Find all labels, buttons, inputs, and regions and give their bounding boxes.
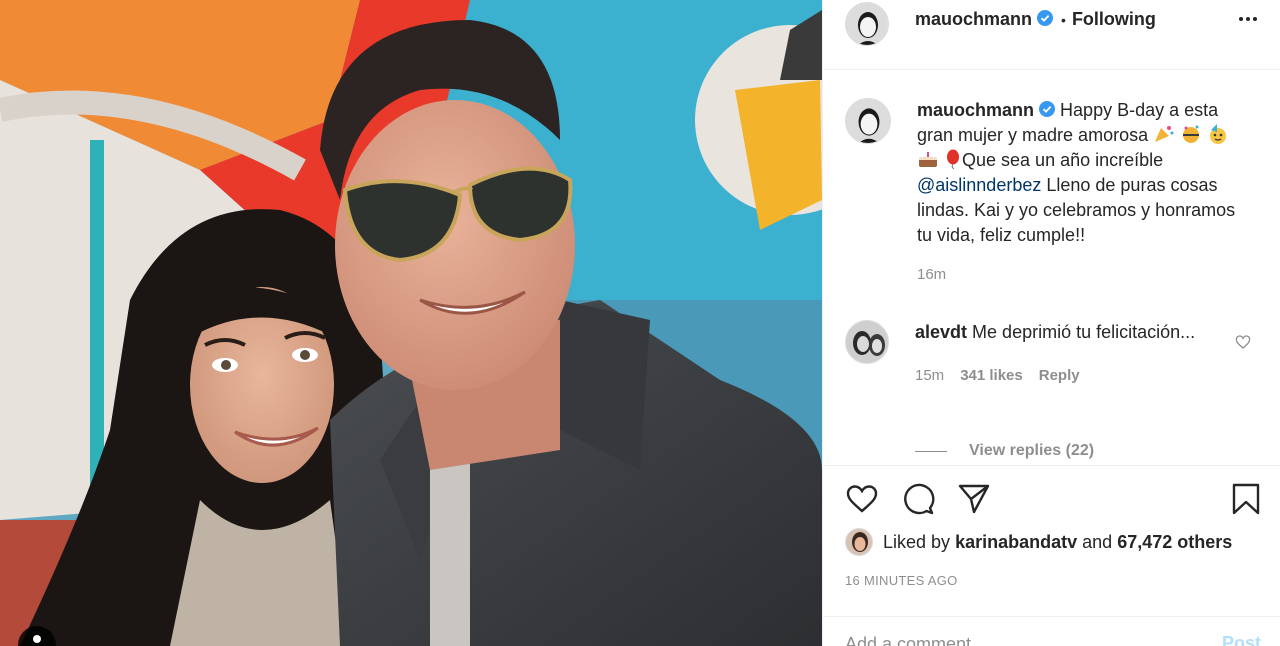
- author-username-text[interactable]: mauochmann: [915, 9, 1032, 29]
- caption-username[interactable]: mauochmann: [917, 100, 1034, 120]
- caption-text-2: Que sea un año increíble: [962, 150, 1164, 170]
- author-avatar[interactable]: [845, 1, 889, 46]
- instagram-post-modal: mauochmann • Following mauochmann Happy …: [0, 0, 1280, 646]
- party-popper-emoji-icon: [1155, 126, 1174, 142]
- action-icons-row: [845, 482, 1261, 518]
- post-comment-button[interactable]: Post: [1222, 633, 1261, 646]
- commenter-username[interactable]: alevdt: [915, 322, 967, 342]
- comment-meta: 15m 341 likes Reply: [915, 363, 1205, 388]
- avatar-portrait-icon: [846, 99, 890, 143]
- comment-item: alevdt Me deprimió tu felicitación... 15…: [845, 320, 1265, 388]
- comment-input[interactable]: [845, 633, 1185, 646]
- replies-divider-line: [915, 450, 947, 452]
- post-actions: Liked by karinabandatv and 67,472 others…: [823, 465, 1280, 646]
- avatar-portrait-icon: [846, 321, 888, 363]
- liked-by-prefix: Liked by: [883, 531, 951, 552]
- caption-text: mauochmann Happy B-day a esta gran mujer…: [917, 98, 1247, 287]
- avatar-portrait-icon: [846, 529, 872, 555]
- comment-timestamp[interactable]: 15m: [915, 363, 944, 388]
- comment-content: alevdt Me deprimió tu felicitación... 15…: [915, 320, 1205, 388]
- save-bookmark-icon[interactable]: [1229, 482, 1263, 516]
- caption-timestamp[interactable]: 16m: [917, 262, 1247, 287]
- photo-illustration: [0, 0, 822, 646]
- share-paper-plane-icon[interactable]: [957, 482, 991, 516]
- view-replies-label[interactable]: View replies (22): [969, 442, 1094, 460]
- caption-mention-link[interactable]: @aislinnderbez: [917, 175, 1041, 195]
- liked-by-user[interactable]: karinabandatv: [955, 532, 1077, 553]
- confetti-ball-emoji-icon: [1183, 125, 1200, 143]
- liked-by-others[interactable]: 67,472 others: [1117, 532, 1232, 553]
- more-options-icon[interactable]: [1238, 12, 1258, 26]
- comment-bubble-icon[interactable]: [901, 482, 935, 516]
- balloon-emoji-icon: [947, 149, 960, 169]
- comments-list[interactable]: mauochmann Happy B-day a esta gran mujer…: [823, 70, 1280, 464]
- comment-likes[interactable]: 341 likes: [960, 363, 1023, 388]
- avatar-portrait-icon: [846, 2, 888, 45]
- post-header: mauochmann • Following: [823, 0, 1280, 70]
- like-heart-icon[interactable]: [845, 482, 879, 516]
- verified-badge-icon: [1037, 10, 1054, 26]
- user-tag-icon: [33, 635, 41, 643]
- view-replies-button[interactable]: View replies (22): [915, 442, 1094, 460]
- author-username[interactable]: mauochmann: [915, 9, 1054, 30]
- liked-by-connector: and: [1082, 531, 1113, 552]
- post-sidebar: mauochmann • Following mauochmann Happy …: [822, 0, 1280, 646]
- add-comment-bar: Post: [823, 616, 1280, 646]
- liked-by-summary: Liked by karinabandatv and 67,472 others: [845, 528, 1232, 556]
- verified-badge-icon: [1039, 101, 1056, 117]
- birthday-cake-emoji-icon: [919, 152, 937, 167]
- commenter-avatar[interactable]: [845, 320, 889, 364]
- post-photo[interactable]: [0, 0, 822, 646]
- reply-button[interactable]: Reply: [1039, 363, 1080, 388]
- comment-text: Me deprimió tu felicitación...: [972, 322, 1196, 342]
- post-caption: mauochmann Happy B-day a esta gran mujer…: [845, 98, 1265, 287]
- header-separator: •: [1061, 11, 1066, 28]
- liker-avatar[interactable]: [845, 528, 873, 556]
- post-timestamp[interactable]: 16 MINUTES AGO: [845, 573, 958, 588]
- like-comment-heart-icon[interactable]: [1235, 334, 1251, 350]
- partying-face-emoji-icon: [1210, 124, 1227, 144]
- caption-avatar[interactable]: [845, 98, 891, 144]
- following-button[interactable]: Following: [1072, 9, 1156, 30]
